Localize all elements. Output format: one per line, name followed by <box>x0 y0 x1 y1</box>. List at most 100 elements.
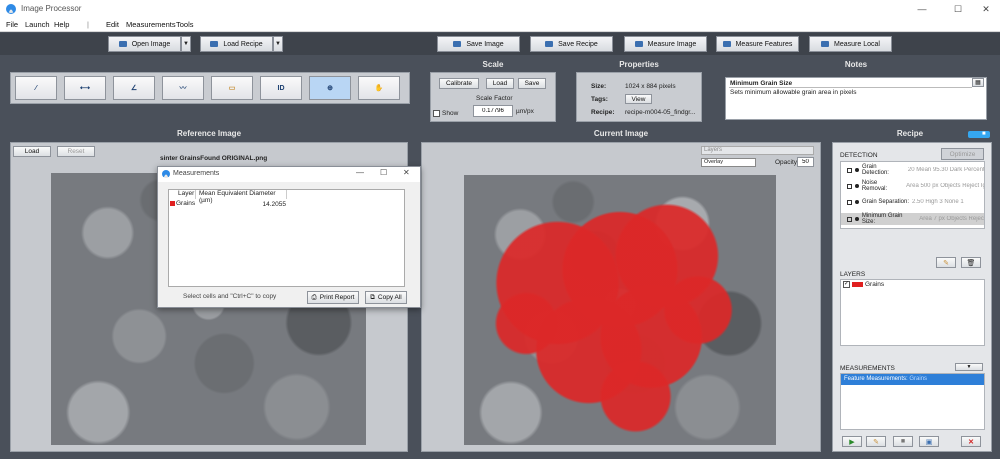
copy-all-button[interactable]: ⧉ Copy All <box>365 291 407 304</box>
stop-measurement-button[interactable]: ■ <box>893 436 913 447</box>
line-tool-button[interactable]: ⟷ <box>64 76 106 100</box>
layer-grains-label[interactable]: Grains <box>865 281 884 288</box>
table-row-value[interactable]: 14.2055 <box>254 201 287 208</box>
calibrate-button[interactable]: Calibrate <box>439 78 479 89</box>
minimize-button[interactable]: — <box>912 2 932 16</box>
measure-features-button[interactable]: Measure Features <box>716 36 799 52</box>
scale-title: Scale <box>482 60 504 69</box>
opacity-input[interactable] <box>797 157 814 167</box>
measurements-app-icon <box>162 170 170 178</box>
save-recipe-button[interactable]: Save Recipe <box>530 36 613 52</box>
print-report-button[interactable]: ⎙ Print Report <box>307 291 359 304</box>
load-recipe-button[interactable]: Load Recipe <box>200 36 273 52</box>
recipe-title: Recipe <box>896 129 924 138</box>
measurements-maximize-button[interactable]: ☐ <box>380 168 387 177</box>
notes-calendar-button[interactable]: ▦ <box>972 78 984 87</box>
measurements-label: MEASUREMENTS <box>840 365 895 372</box>
tags-label: Tags: <box>591 96 608 103</box>
recipe-step-noise-removal[interactable]: Noise Removal: Area 500 px Objects Reject… <box>841 180 984 192</box>
bullet-icon <box>854 217 859 221</box>
table-row-layer[interactable]: Grains <box>176 200 195 207</box>
reference-load-button[interactable]: Load <box>13 146 51 157</box>
picker-tool-button[interactable]: ⁄ <box>15 76 57 100</box>
column-header-value[interactable]: Mean Equivalent Diameter (µm) <box>197 190 287 204</box>
properties-title: Properties <box>619 60 659 69</box>
app-icon <box>6 4 16 14</box>
layer-grains-checkbox[interactable]: ✓ <box>843 281 850 288</box>
layers-label: LAYERS <box>840 271 866 278</box>
measure-image-icon <box>634 41 643 47</box>
grains-overlay <box>464 175 776 445</box>
opacity-label: Opacity: <box>775 159 799 166</box>
layers-select[interactable]: Layers <box>701 146 814 155</box>
tags-view-button[interactable]: View <box>625 94 652 104</box>
edit-step-button[interactable]: ✎ <box>936 257 956 268</box>
menu-file[interactable]: File <box>6 20 18 29</box>
edit-measurement-button[interactable]: ✎ <box>866 436 886 447</box>
maximize-button[interactable]: ☐ <box>948 2 968 16</box>
recipe-lock-toggle[interactable]: ■ <box>968 131 990 138</box>
ruler-tool-button[interactable]: ▭ <box>211 76 253 100</box>
reference-reset-button[interactable]: Reset <box>57 146 95 157</box>
pan-tool-button[interactable]: ✋ <box>358 76 400 100</box>
scale-factor-input[interactable] <box>473 105 513 117</box>
calendar-icon: ▦ <box>975 80 981 86</box>
line-icon: ⟷ <box>79 85 91 92</box>
show-scale-checkbox[interactable] <box>433 110 440 117</box>
visibility-icon[interactable] <box>847 199 852 205</box>
recipe-step-minimum-grain-size[interactable]: Minimum Grain Size: Area 7 px Objects Rej… <box>841 213 984 225</box>
measurements-dropdown[interactable]: ▼ <box>955 363 983 371</box>
zoom-icon: ⊕ <box>327 85 333 92</box>
save-measurement-button[interactable]: ▣ <box>919 436 939 447</box>
trace-tool-button[interactable]: 〰 <box>162 76 204 100</box>
optimize-button[interactable]: Optimize <box>941 148 984 160</box>
open-image-button[interactable]: Open Image <box>108 36 181 52</box>
recipe-step-grain-detection[interactable]: Grain Detection: 20 Mean 95.30 Dark Perce… <box>841 164 984 176</box>
visibility-icon[interactable] <box>847 167 852 173</box>
close-button[interactable]: ✕ <box>976 2 996 16</box>
current-image[interactable] <box>464 175 776 445</box>
reference-filename: sinter GrainsFound ORIGINAL.png <box>160 155 268 162</box>
recipe-step-grain-separation[interactable]: Grain Separation: 2.50 High 3 None 1 <box>841 196 984 208</box>
recipe-value: recipe-m004-05_findgr... <box>625 109 696 116</box>
scale-save-button[interactable]: Save <box>518 78 546 89</box>
stop-icon: ■ <box>900 438 906 445</box>
notes-text: Sets minimum allowable grain area in pix… <box>730 89 857 96</box>
angle-tool-button[interactable]: ∠ <box>113 76 155 100</box>
visibility-icon[interactable] <box>847 216 852 222</box>
size-label: Size: <box>591 83 607 90</box>
menu-bar: File Launch Help | Edit Measurements Too… <box>0 19 1000 32</box>
layers-list <box>840 279 985 346</box>
run-measurement-button[interactable]: ▶ <box>842 436 862 447</box>
measure-local-button[interactable]: Measure Local <box>809 36 892 52</box>
trace-icon: 〰 <box>179 85 187 92</box>
visibility-icon[interactable] <box>847 183 852 189</box>
open-image-dropdown[interactable]: ▼ <box>181 36 191 52</box>
measurements-title: Measurements <box>173 170 220 177</box>
bullet-icon <box>854 168 859 172</box>
current-image-title: Current Image <box>593 129 649 138</box>
measurements-close-button[interactable]: ✕ <box>403 168 410 177</box>
folder-icon <box>118 41 127 47</box>
menu-help[interactable]: Help <box>54 20 69 29</box>
delete-step-button[interactable]: 🗑 <box>961 257 981 268</box>
zoom-tool-button[interactable]: ⊕ <box>309 76 351 100</box>
delete-measurement-button[interactable]: ✕ <box>961 436 981 447</box>
blend-mode-select[interactable]: Overlay <box>701 158 756 167</box>
measurement-item-feature[interactable]: Feature Measurements: Grains <box>841 374 984 385</box>
menu-measurements[interactable]: Measurements <box>126 20 176 29</box>
scale-load-button[interactable]: Load <box>486 78 514 89</box>
lock-icon: ■ <box>982 131 986 137</box>
scale-unit: µm/px <box>516 108 534 115</box>
recipe-icon <box>210 41 219 47</box>
close-icon: ✕ <box>968 438 974 446</box>
id-tool-button[interactable]: ID <box>260 76 302 100</box>
menu-edit[interactable]: Edit <box>106 20 119 29</box>
menu-tools[interactable]: Tools <box>176 20 194 29</box>
load-recipe-dropdown[interactable]: ▼ <box>273 36 283 52</box>
save-image-button[interactable]: Save Image <box>437 36 520 52</box>
column-header-layer[interactable]: Layer <box>176 190 196 199</box>
menu-launch[interactable]: Launch <box>25 20 50 29</box>
measure-image-button[interactable]: Measure Image <box>624 36 707 52</box>
measurements-minimize-button[interactable]: — <box>356 168 364 177</box>
